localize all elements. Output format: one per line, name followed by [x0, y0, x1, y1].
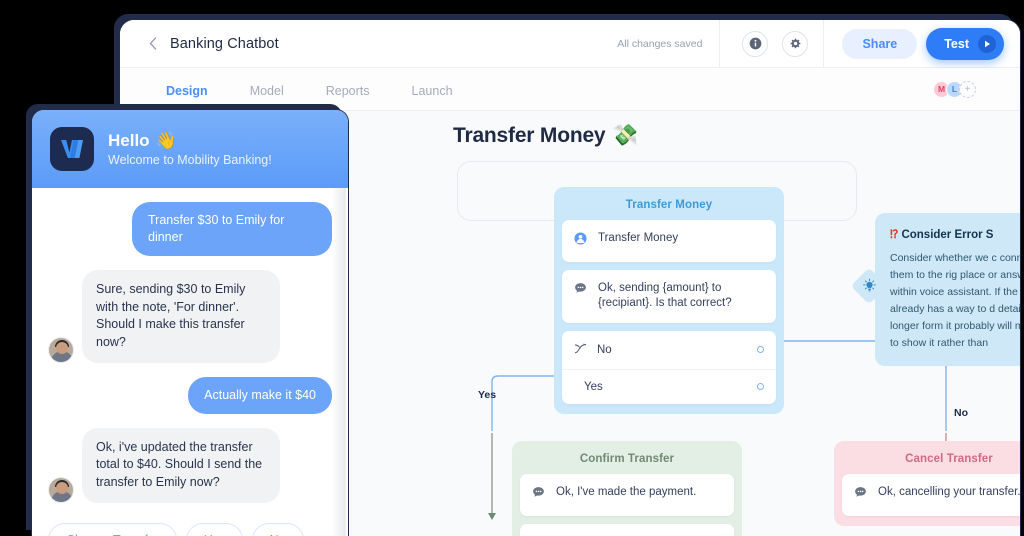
quick-reply-no[interactable]: No: [251, 522, 304, 536]
chat-greeting-text: Hello: [108, 131, 150, 150]
chat-preview-widget: Hello 👋 Welcome to Mobility Banking! Tra…: [32, 110, 348, 536]
branch-row-yes[interactable]: Yes: [562, 368, 776, 404]
flow-node-confirm-transfer[interactable]: Confirm Transfer Ok, I've made the payme…: [512, 441, 742, 536]
tab-reports[interactable]: Reports: [324, 68, 372, 111]
tab-model[interactable]: Model: [248, 68, 286, 111]
quick-reply-buttons: Change Transfer Yes No: [48, 517, 332, 536]
exclamation-question-icon: ⁉: [890, 229, 899, 241]
play-icon: [978, 34, 996, 53]
node-card-empty[interactable]: [520, 523, 734, 536]
gear-icon[interactable]: [782, 30, 809, 57]
node-title: Transfer Money: [625, 199, 713, 211]
divider: [823, 20, 825, 68]
save-status: All changes saved: [617, 37, 703, 50]
waving-hand-icon: 👋: [155, 131, 177, 150]
node-card-message[interactable]: Ok, sending {amount} to {recipiant}. Is …: [562, 269, 776, 323]
chat-message-bot: Ok, i've updated the transfer total to $…: [48, 427, 332, 503]
branch-port-yes[interactable]: [757, 383, 764, 391]
add-collaborator-button[interactable]: +: [959, 80, 976, 98]
speech-bubble-icon: [532, 486, 546, 505]
test-button-label: Test: [944, 36, 969, 51]
lightbulb-icon: [859, 275, 879, 295]
tab-launch[interactable]: Launch: [410, 68, 455, 111]
speech-bubble-icon: [574, 282, 588, 301]
chat-subtitle: Welcome to Mobility Banking!: [108, 153, 272, 167]
avatar: [48, 476, 74, 503]
mobility-logo-icon: [50, 127, 94, 171]
chat-message-list[interactable]: Transfer $30 to Emily for dinner Sure, s…: [32, 188, 348, 536]
speech-bubble-icon: [854, 486, 868, 505]
edge-label-yes: Yes: [478, 389, 497, 401]
chat-header-text: Hello 👋 Welcome to Mobility Banking!: [108, 131, 272, 167]
chat-bubble: Transfer $30 to Emily for dinner: [132, 202, 332, 256]
share-button[interactable]: Share: [842, 28, 918, 59]
branch-row-no[interactable]: No: [562, 331, 776, 369]
tip-title-text: Consider Error S: [901, 229, 994, 241]
chevron-left-icon[interactable]: [136, 37, 170, 50]
icon-button-group: [720, 30, 823, 57]
chat-bubble: Ok, i've updated the transfer total to $…: [82, 427, 280, 503]
node-title: Cancel Transfer: [905, 453, 993, 465]
collaborator-avatars: M L +: [933, 80, 1020, 98]
node-row-text: Ok, cancelling your transfer.: [878, 486, 1020, 498]
user-intent-icon: [574, 232, 588, 251]
node-row-text: Ok, sending {amount} to {recipiant}. Is …: [598, 281, 732, 310]
tip-body: Consider whether we c connect them to th…: [890, 252, 1020, 349]
builder-topbar: Banking Chatbot All changes saved Share …: [120, 20, 1020, 68]
screenshot-stage: Banking Chatbot All changes saved Share …: [0, 0, 1024, 536]
flow-node-cancel-transfer[interactable]: Cancel Transfer Ok, cancelling your tran…: [834, 441, 1020, 526]
info-icon[interactable]: [742, 30, 769, 57]
builder-tab-bar: Design Model Reports Launch M L +: [120, 68, 1020, 111]
node-title: Confirm Transfer: [579, 453, 675, 465]
node-row-message: Ok, cancelling your transfer.: [842, 474, 1020, 516]
branch-label: Yes: [584, 380, 603, 393]
tip-card-error-states[interactable]: ⁉ Consider Error S Consider whether we c …: [850, 213, 1020, 366]
node-card-branches[interactable]: No Yes: [562, 330, 776, 404]
node-row-message: Ok, sending {amount} to {recipiant}. Is …: [562, 270, 776, 323]
branch-label: No: [597, 343, 612, 356]
tab-design[interactable]: Design: [158, 68, 216, 111]
page-title: Banking Chatbot: [170, 35, 279, 52]
quick-reply-yes[interactable]: Yes: [186, 522, 243, 536]
chat-bubble: Actually make it $40: [188, 376, 332, 414]
tip-title: ⁉ Consider Error S: [890, 227, 1020, 241]
node-card-message[interactable]: Ok, I've made the payment.: [520, 474, 734, 516]
chat-message-bot: Sure, sending $30 to Emily with the note…: [48, 269, 332, 363]
node-card-intent[interactable]: Transfer Money: [562, 220, 776, 262]
chat-scrollbar[interactable]: [332, 188, 346, 536]
flow-node-transfer-money[interactable]: Transfer Money Transfer Money Ok, sendin…: [554, 187, 784, 414]
node-row-intent: Transfer Money: [562, 220, 776, 262]
node-row-text: Transfer Money: [598, 232, 679, 244]
branch-icon: [574, 342, 587, 358]
node-row-text: Ok, I've made the payment.: [556, 486, 697, 498]
test-button[interactable]: Test: [926, 27, 1004, 60]
edge-label-no: No: [954, 407, 968, 419]
node-card-message[interactable]: Ok, cancelling your transfer.: [842, 474, 1020, 516]
chat-greeting: Hello 👋: [108, 131, 272, 151]
branch-port-no[interactable]: [757, 346, 764, 354]
chat-bubble: Sure, sending $30 to Emily with the note…: [82, 269, 280, 363]
avatar: [48, 336, 74, 363]
chat-message-user: Actually make it $40: [48, 376, 332, 414]
chat-message-user: Transfer $30 to Emily for dinner: [48, 202, 332, 256]
chat-header: Hello 👋 Welcome to Mobility Banking!: [32, 110, 348, 188]
node-row-message: Ok, I've made the payment.: [520, 474, 734, 516]
topbar-actions: All changes saved Share Test: [617, 20, 1020, 68]
quick-reply-change-transfer[interactable]: Change Transfer: [48, 522, 178, 536]
